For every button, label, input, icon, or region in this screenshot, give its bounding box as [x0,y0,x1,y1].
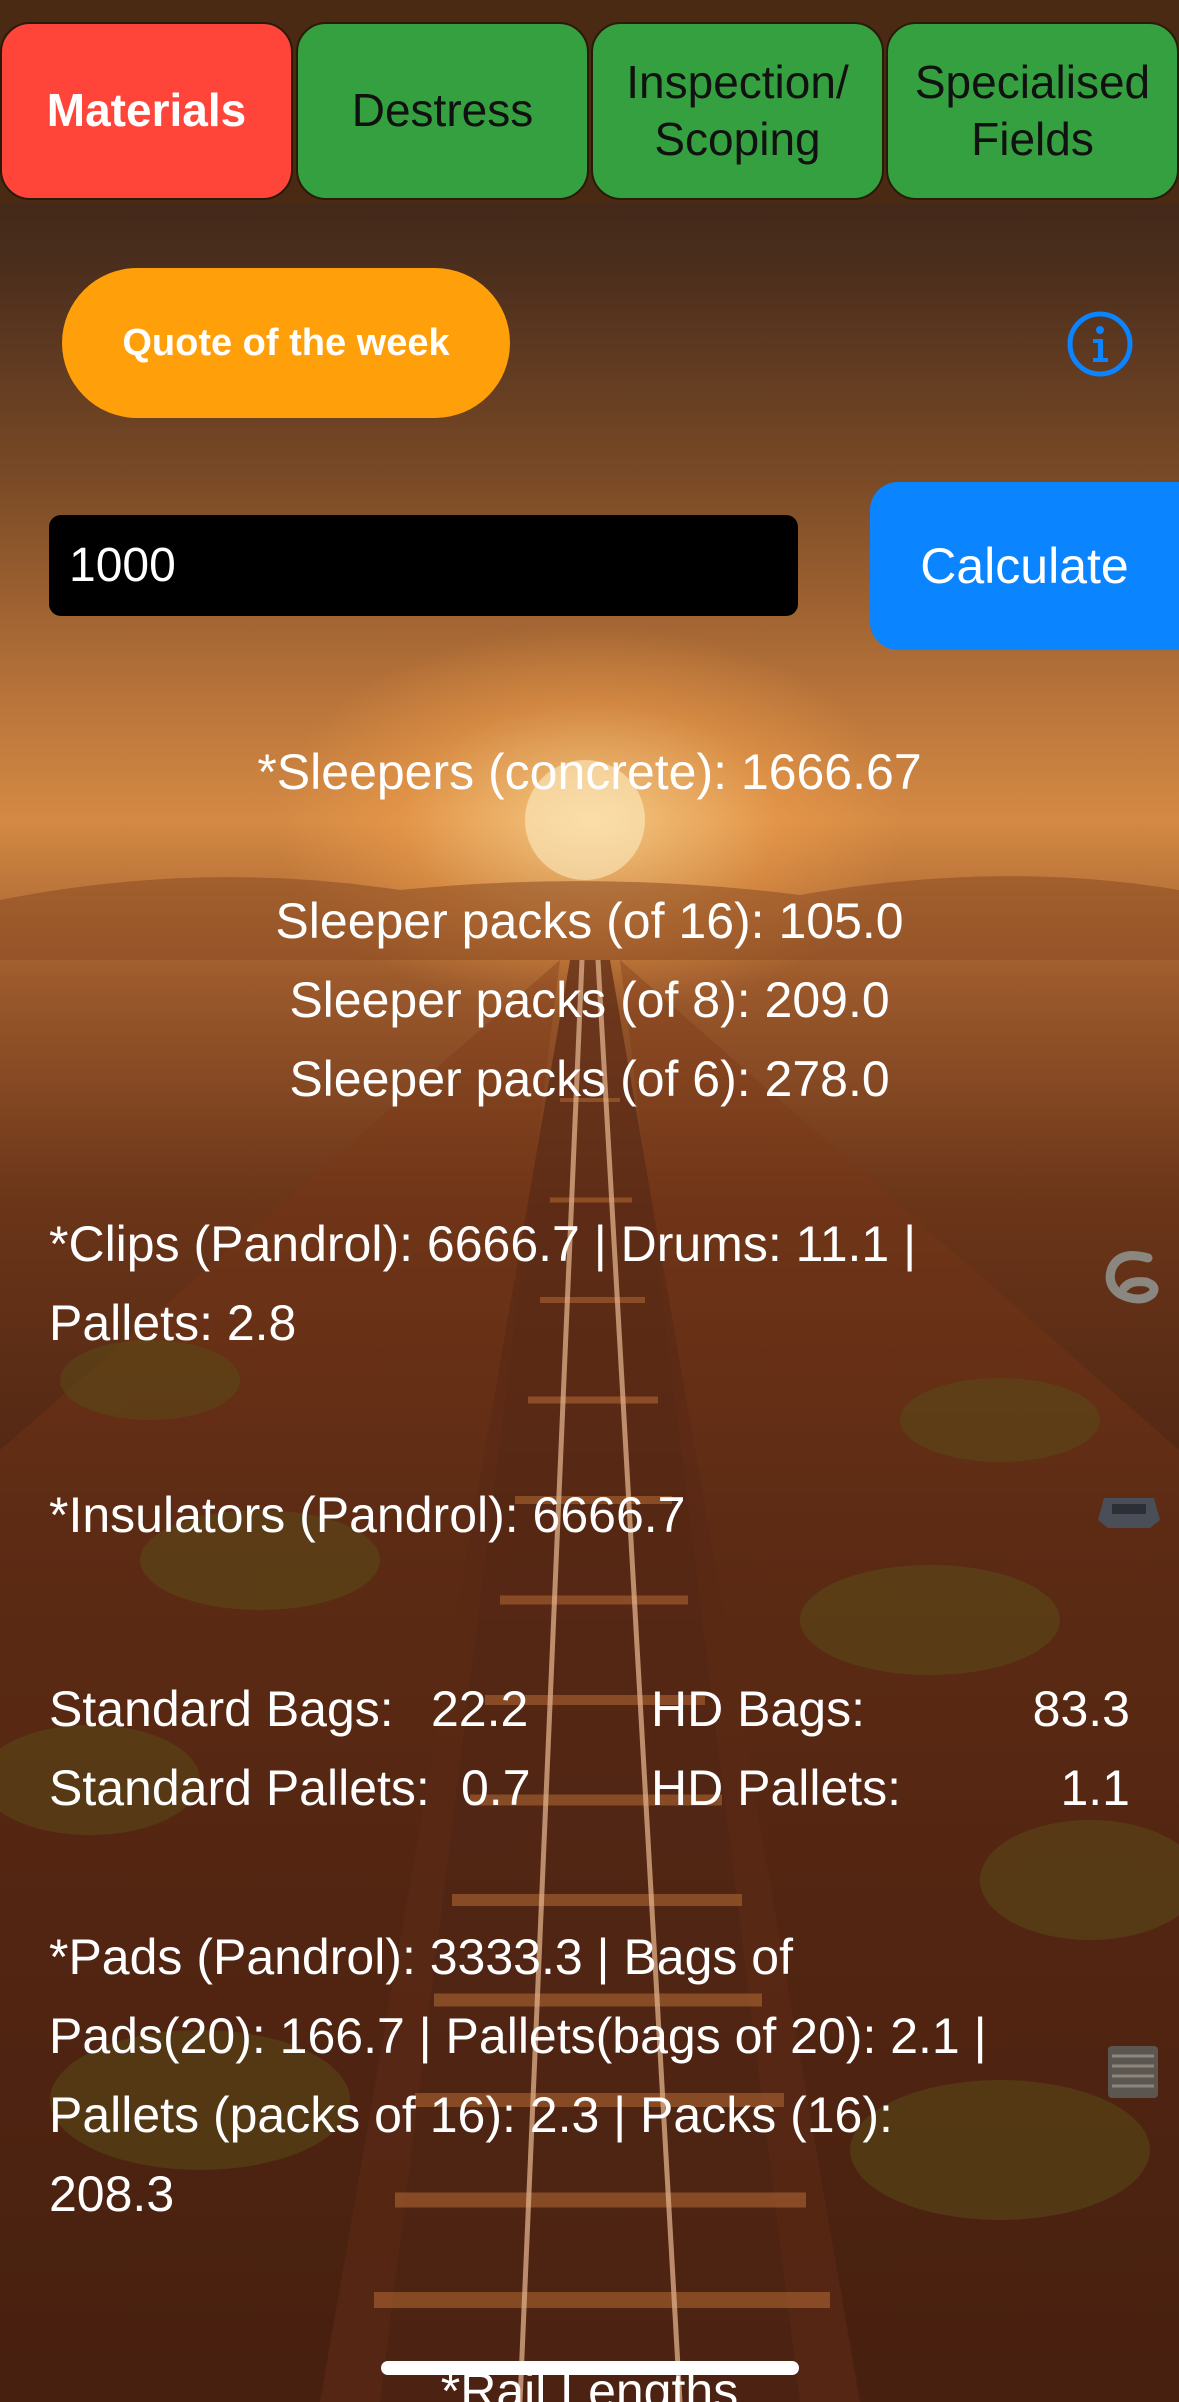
tab-specialised-fields[interactable]: Specialised Fields [886,22,1179,200]
sleeper-packs-16: Sleeper packs (of 16): 105.0 [275,893,904,949]
standard-pallets-value: 0.7 [461,1760,531,1816]
sleeper-packs-8: Sleeper packs (of 8): 209.0 [289,972,890,1028]
standard-bags-value: 22.2 [431,1681,529,1737]
tab-materials[interactable]: Materials [0,22,293,200]
tab-destress[interactable]: Destress [296,22,589,200]
pads-line-2: Pads(20): 166.7 | Pallets(bags of 20): 2… [49,2008,987,2064]
hd-bags-label: HD Bags: [651,1681,865,1737]
insulator-icon [1098,1498,1160,1528]
clip-icon [1105,1251,1159,1304]
length-input[interactable]: 1000 [49,515,798,616]
standard-bags-label: Standard Bags: [49,1681,394,1737]
hd-pallets-label: HD Pallets: [651,1760,902,1816]
tab-bar: Materials Destress Inspection/ Scoping S… [0,0,1179,203]
standard-pallets-label: Standard Pallets: [49,1760,430,1816]
hd-pallets-value: 1.1 [1060,1760,1130,1816]
calculate-button[interactable]: Calculate [870,482,1179,650]
hd-bags-value: 83.3 [1032,1681,1130,1737]
clips-line-2: Pallets: 2.8 [49,1295,297,1351]
info-circle-icon[interactable] [1066,310,1134,378]
home-indicator [381,2361,799,2375]
pads-line-1: *Pads (Pandrol): 3333.3 | Bags of [49,1929,793,1985]
quote-of-the-week-button[interactable]: Quote of the week [62,268,510,418]
rail-lengths-heading: *Rail Lengths [440,2363,739,2402]
clips-line-1: *Clips (Pandrol): 6666.7 | Drums: 11.1 | [49,1216,917,1272]
pad-icon [1108,2046,1158,2098]
sleeper-packs-6: Sleeper packs (of 6): 278.0 [289,1051,890,1107]
pads-line-3: Pallets (packs of 16): 2.3 | Packs (16): [49,2087,893,2143]
pads-line-4: 208.3 [49,2166,175,2222]
tab-inspection-scoping[interactable]: Inspection/ Scoping [591,22,884,200]
sleepers-total: *Sleepers (concrete): 1666.67 [257,744,922,800]
insulators-total: *Insulators (Pandrol): 6666.7 [49,1487,686,1543]
